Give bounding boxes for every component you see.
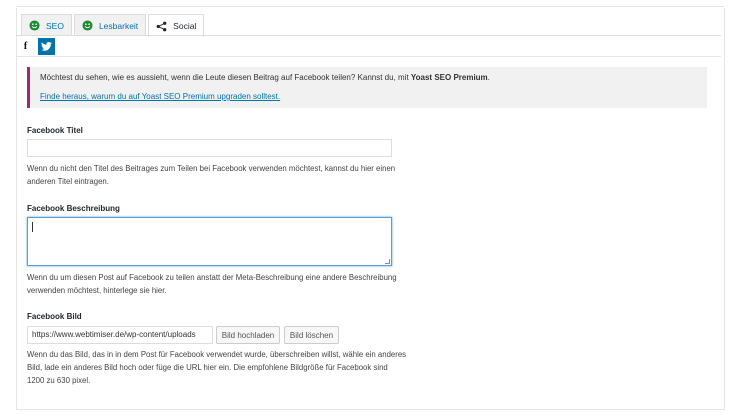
social-network-tabs: f	[17, 38, 55, 55]
facebook-description-help: Wenn du um diesen Post auf Facebook zu t…	[27, 273, 397, 295]
facebook-image-url-input[interactable]: https://www.webtimiser.de/wp-content/upl…	[27, 326, 213, 344]
tab-social[interactable]: Social	[148, 14, 205, 37]
facebook-title-input[interactable]	[27, 139, 392, 157]
tab-social-label: Social	[173, 21, 197, 31]
metabox-top-border	[16, 3, 724, 7]
twitter-icon	[41, 42, 52, 51]
facebook-image-help: Wenn du das Bild, das in in dem Post für…	[27, 350, 407, 385]
facebook-title-label: Facebook Titel	[27, 126, 83, 135]
premium-notice: Möchtest du sehen, wie es aussieht, wenn…	[27, 67, 707, 108]
tab-readability[interactable]: Lesbarkeit	[73, 14, 147, 36]
delete-image-button[interactable]: Bild löschen	[284, 326, 339, 344]
notice-bold: Yoast SEO Premium	[410, 73, 488, 82]
upgrade-link[interactable]: Finde heraus, warum du auf Yoast SEO Pre…	[40, 92, 280, 101]
tabs-divider	[16, 35, 721, 36]
metabox-tabs: SEO Lesbarkeit Social	[21, 14, 206, 37]
facebook-image-label: Facebook Bild	[27, 312, 82, 321]
smiley-icon	[29, 20, 40, 31]
upload-image-button[interactable]: Bild hochladen	[216, 326, 280, 344]
facebook-icon: f	[23, 41, 28, 52]
facebook-tab[interactable]: f	[17, 38, 34, 55]
tab-readability-label: Lesbarkeit	[98, 20, 139, 31]
text-cursor	[32, 222, 33, 232]
resize-handle[interactable]	[385, 259, 390, 264]
facebook-description-label: Facebook Beschreibung	[27, 204, 120, 213]
tab-seo[interactable]: SEO	[21, 14, 72, 36]
tab-seo-label: SEO	[46, 20, 64, 31]
notice-text: Möchtest du sehen, wie es aussieht, wenn…	[40, 73, 490, 82]
facebook-title-help: Wenn du nicht den Titel des Beitrages zu…	[27, 164, 396, 186]
facebook-description-textarea[interactable]	[27, 217, 392, 266]
smiley-icon	[82, 20, 93, 31]
twitter-tab[interactable]	[38, 38, 55, 55]
share-icon	[156, 21, 167, 31]
